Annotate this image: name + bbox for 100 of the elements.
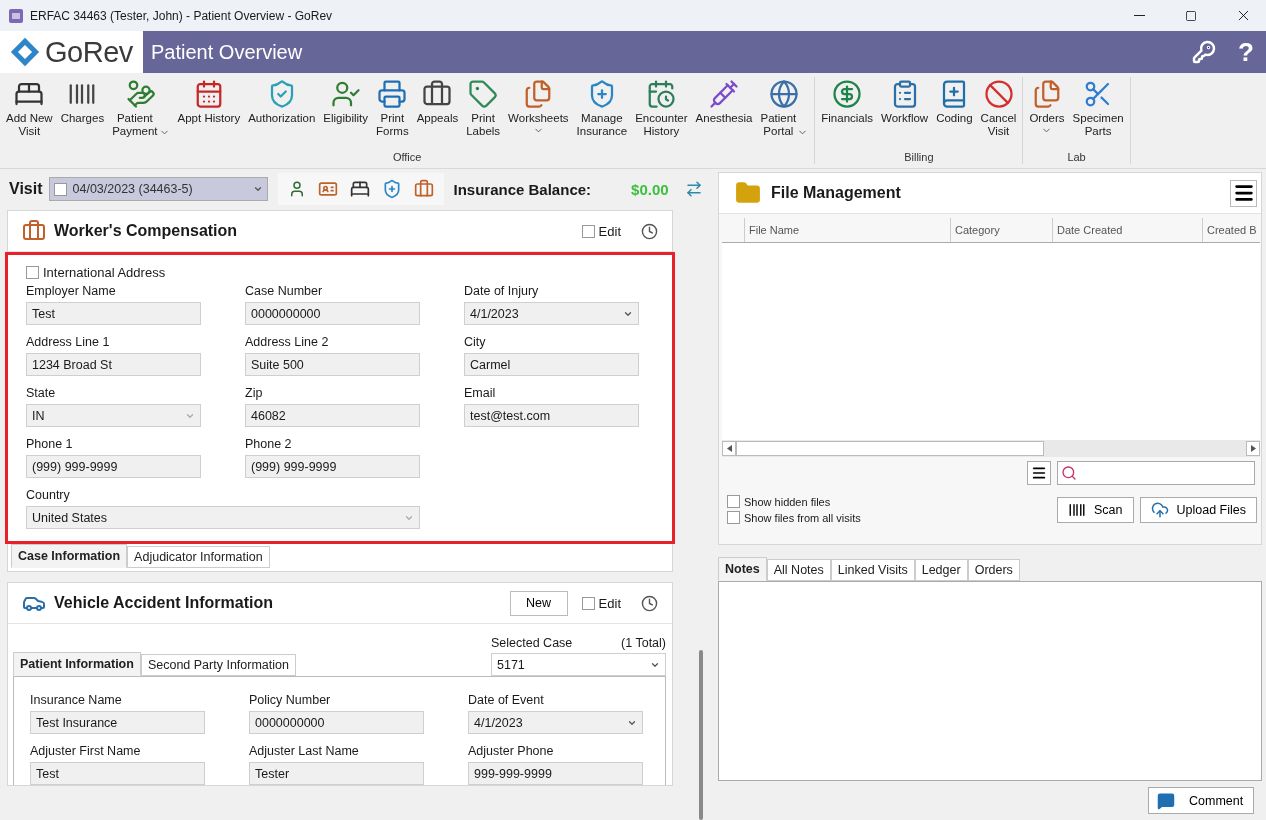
swap-icon[interactable]	[684, 180, 703, 198]
scrollbar-thumb[interactable]	[699, 650, 703, 820]
dropdown-field[interactable]: United States	[26, 506, 420, 529]
text-field[interactable]: (999) 999-9999	[26, 455, 201, 478]
briefcase-icon[interactable]	[413, 179, 434, 199]
tab[interactable]: Patient Information	[13, 652, 141, 676]
tab[interactable]: Notes	[718, 557, 767, 581]
text-field[interactable]: Carmel	[464, 353, 639, 376]
clock-icon[interactable]	[641, 594, 658, 612]
text-field[interactable]: 1234 Broad St	[26, 353, 201, 376]
field-label: State	[26, 386, 57, 400]
scan-button[interactable]: Scan	[1057, 496, 1134, 523]
menu-button[interactable]	[1230, 179, 1257, 207]
upload-button[interactable]: Upload Files	[1139, 496, 1257, 523]
checkbox[interactable]	[53, 182, 67, 196]
dropdown-field[interactable]: 5171	[491, 653, 666, 676]
field-label: Case Number	[245, 284, 324, 298]
visit-dropdown[interactable]: 04/03/2023 (34463-5)	[48, 177, 268, 201]
column-header[interactable]: Created B	[1202, 218, 1260, 242]
key-icon[interactable]	[1192, 40, 1217, 64]
ribbon-button[interactable]: Cancel Visit	[976, 77, 1021, 151]
ribbon-button[interactable]: Eligibility	[319, 77, 373, 151]
field-label: Phone 2	[245, 437, 293, 451]
ribbon-button[interactable]: Print Labels	[462, 77, 505, 151]
dropdown-field[interactable]: IN	[26, 404, 201, 427]
clock-icon[interactable]	[641, 222, 658, 240]
checkbox[interactable]	[581, 596, 595, 610]
ribbon-button[interactable]: Anesthesia	[691, 77, 757, 151]
group-label: Office	[391, 151, 423, 164]
text-field[interactable]: Test	[26, 302, 201, 325]
search-field[interactable]	[1057, 461, 1255, 485]
scroll-right-button[interactable]	[1246, 441, 1260, 456]
tab[interactable]: Orders	[967, 559, 1020, 581]
ribbon-button[interactable]: Coding	[932, 77, 977, 151]
search-icon	[1061, 465, 1077, 481]
tab[interactable]: All Notes	[766, 559, 831, 581]
speech-bubble-icon	[1157, 791, 1175, 810]
ribbon-button[interactable]: Patient Portal	[756, 77, 813, 151]
bed-icon[interactable]	[349, 179, 370, 199]
new-button[interactable]: New	[509, 590, 568, 616]
text-field[interactable]: test@test.com	[464, 404, 639, 427]
ribbon-button[interactable]: Authorization	[244, 77, 320, 151]
user-check-icon	[330, 79, 361, 109]
date-field[interactable]: 4/1/2023	[468, 711, 643, 734]
text-field[interactable]: 0000000000	[245, 302, 420, 325]
field-label: Selected Case	[491, 636, 573, 650]
text-field[interactable]: (999) 999-9999	[245, 455, 420, 478]
dollar-icon	[832, 79, 863, 109]
scrollbar-thumb[interactable]	[736, 441, 1044, 456]
ribbon-button[interactable]: Specimen Parts	[1068, 77, 1128, 151]
list-button[interactable]	[1027, 461, 1051, 485]
column-header[interactable]: Date Created	[1052, 218, 1202, 242]
left-arrow-icon	[726, 445, 732, 452]
tag-icon	[468, 79, 499, 109]
field-label: Policy Number	[249, 693, 332, 707]
caret-icon	[252, 184, 263, 194]
ribbon-button[interactable]: Manage Insurance	[572, 77, 632, 151]
scroll-left-button[interactable]	[722, 441, 736, 456]
text-field[interactable]: 0000000000	[249, 711, 424, 734]
ribbon-button[interactable]: Appeals	[412, 77, 463, 151]
text-field[interactable]: Tester	[249, 762, 424, 785]
id-card-icon[interactable]	[317, 179, 338, 199]
help-button[interactable]: ?	[1238, 36, 1254, 68]
field-label: Date of Event	[468, 693, 545, 707]
date-field[interactable]: 4/1/2023	[464, 302, 639, 325]
text-field[interactable]: Test	[30, 762, 205, 785]
balance-label: Insurance Balance:	[453, 180, 592, 198]
column-header[interactable]: File Name	[744, 218, 950, 242]
text-field[interactable]: Suite 500	[245, 353, 420, 376]
comment-button[interactable]: Comment	[1148, 787, 1254, 814]
ribbon-button[interactable]: Add New Visit	[2, 77, 57, 151]
field-label: Insurance Name	[30, 693, 123, 707]
ribbon-button[interactable]: Patient Payment	[108, 77, 174, 151]
right-arrow-icon	[1250, 445, 1256, 452]
ribbon-button[interactable]: Charges	[56, 77, 109, 151]
ribbon-button[interactable]: Encounter History	[631, 77, 692, 151]
tab[interactable]: Second Party Information	[140, 654, 296, 676]
field-label: Country	[26, 488, 71, 502]
ribbon-button[interactable]: Worksheets	[504, 77, 573, 151]
checkbox[interactable]	[581, 224, 595, 238]
menu-icon	[1232, 182, 1255, 204]
checkbox[interactable]	[26, 266, 39, 279]
ribbon-button[interactable]: Orders	[1025, 77, 1069, 151]
tab[interactable]: Ledger	[914, 559, 968, 581]
tab[interactable]: Linked Visits	[830, 559, 915, 581]
tab[interactable]: Case Information	[11, 544, 128, 568]
text-field[interactable]: 46082	[245, 404, 420, 427]
checkbox[interactable]	[727, 511, 740, 524]
checkbox-label: Show hidden files	[744, 495, 831, 508]
ribbon-button[interactable]: Financials	[817, 77, 878, 151]
syringe-icon	[709, 79, 739, 109]
text-field[interactable]: 999-999-9999	[468, 762, 643, 785]
column-header[interactable]: Category	[950, 218, 1052, 242]
ribbon-button[interactable]: Appt History	[173, 77, 245, 151]
checkbox[interactable]	[727, 495, 740, 508]
text-field[interactable]: Test Insurance	[30, 711, 205, 734]
folder-icon	[735, 180, 761, 206]
ribbon-button[interactable]: Print Forms	[372, 77, 413, 151]
ribbon-button[interactable]: Workflow	[877, 77, 933, 151]
tab[interactable]: Adjudicator Information	[127, 546, 270, 568]
